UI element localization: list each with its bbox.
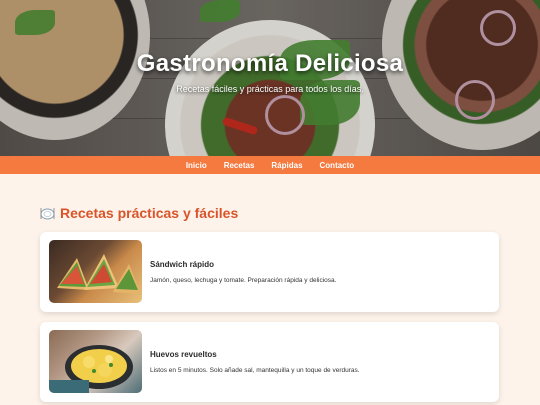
site-subtitle: Recetas fáciles y prácticas para todos l… xyxy=(176,84,364,94)
section-title: Recetas prácticas y fáciles xyxy=(60,205,239,221)
nav-link-contacto[interactable]: Contacto xyxy=(320,161,355,170)
main-nav: Inicio Recetas Rápidas Contacto xyxy=(0,156,540,174)
nav-link-inicio[interactable]: Inicio xyxy=(186,161,207,170)
hero-overlay xyxy=(0,0,540,156)
plate-icon xyxy=(40,207,55,220)
nav-link-rapidas[interactable]: Rápidas xyxy=(271,161,302,170)
recipe-title: Sándwich rápido xyxy=(150,260,215,269)
section-heading: Recetas prácticas y fáciles xyxy=(40,205,238,221)
recipe-card[interactable]: Huevos revueltos Listos en 5 minutos. So… xyxy=(40,322,499,402)
hero-banner: Gastronomía Deliciosa Recetas fáciles y … xyxy=(0,0,540,156)
recipe-image-scrambled-eggs xyxy=(49,330,142,393)
recipe-description: Listos en 5 minutos. Solo añade sal, man… xyxy=(150,367,360,374)
recipe-image-sandwich xyxy=(49,240,142,303)
recipe-card[interactable]: Sándwich rápido Jamón, queso, lechuga y … xyxy=(40,232,499,312)
recipe-title: Huevos revueltos xyxy=(150,350,217,359)
recipe-description: Jamón, queso, lechuga y tomate. Preparac… xyxy=(150,277,337,284)
site-title: Gastronomía Deliciosa xyxy=(136,50,404,77)
nav-link-recetas[interactable]: Recetas xyxy=(224,161,255,170)
